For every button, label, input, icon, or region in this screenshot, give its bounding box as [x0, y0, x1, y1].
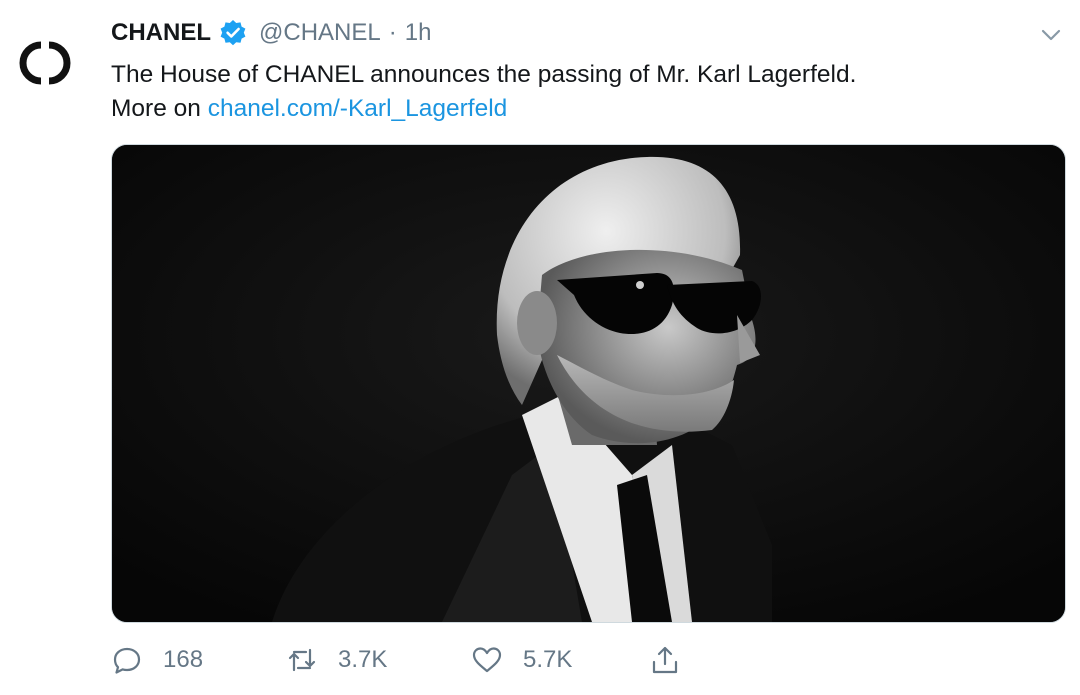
tweet-header: CHANEL @CHANEL · 1h [111, 16, 431, 50]
tweet-link[interactable]: chanel.com/-Karl_Lagerfeld [208, 95, 508, 122]
reply-count: 168 [163, 646, 204, 673]
share-icon [652, 646, 678, 674]
retweet-icon [288, 648, 316, 672]
heart-icon [472, 647, 502, 673]
author-handle[interactable]: @CHANEL [259, 19, 381, 47]
like-button[interactable]: 5.7K [471, 638, 572, 682]
chanel-cc-logo-icon[interactable] [8, 28, 82, 98]
chevron-down-icon[interactable] [1038, 22, 1064, 48]
reply-button[interactable]: 168 [111, 638, 203, 682]
tweet-media-photo[interactable] [111, 144, 1066, 623]
tweet-text-line: The House of CHANEL announces the passin… [111, 61, 857, 88]
reply-icon [113, 647, 141, 674]
tweet-text: The House of CHANEL announces the passin… [111, 58, 1051, 126]
separator-dot: · [388, 19, 397, 46]
retweet-count: 3.7K [338, 646, 388, 673]
tweet-text-prefix: More on [111, 95, 208, 122]
verified-badge-icon [219, 19, 247, 47]
retweet-button[interactable]: 3.7K [286, 638, 387, 682]
tweet-actions: 168 3.7K 5.7K [111, 638, 711, 682]
timestamp[interactable]: 1h [405, 19, 432, 47]
author-name[interactable]: CHANEL [111, 19, 211, 47]
tweet-text-line: More on chanel.com/-Karl_Lagerfeld [111, 92, 1051, 126]
share-button[interactable] [649, 638, 681, 682]
like-count: 5.7K [523, 646, 573, 673]
